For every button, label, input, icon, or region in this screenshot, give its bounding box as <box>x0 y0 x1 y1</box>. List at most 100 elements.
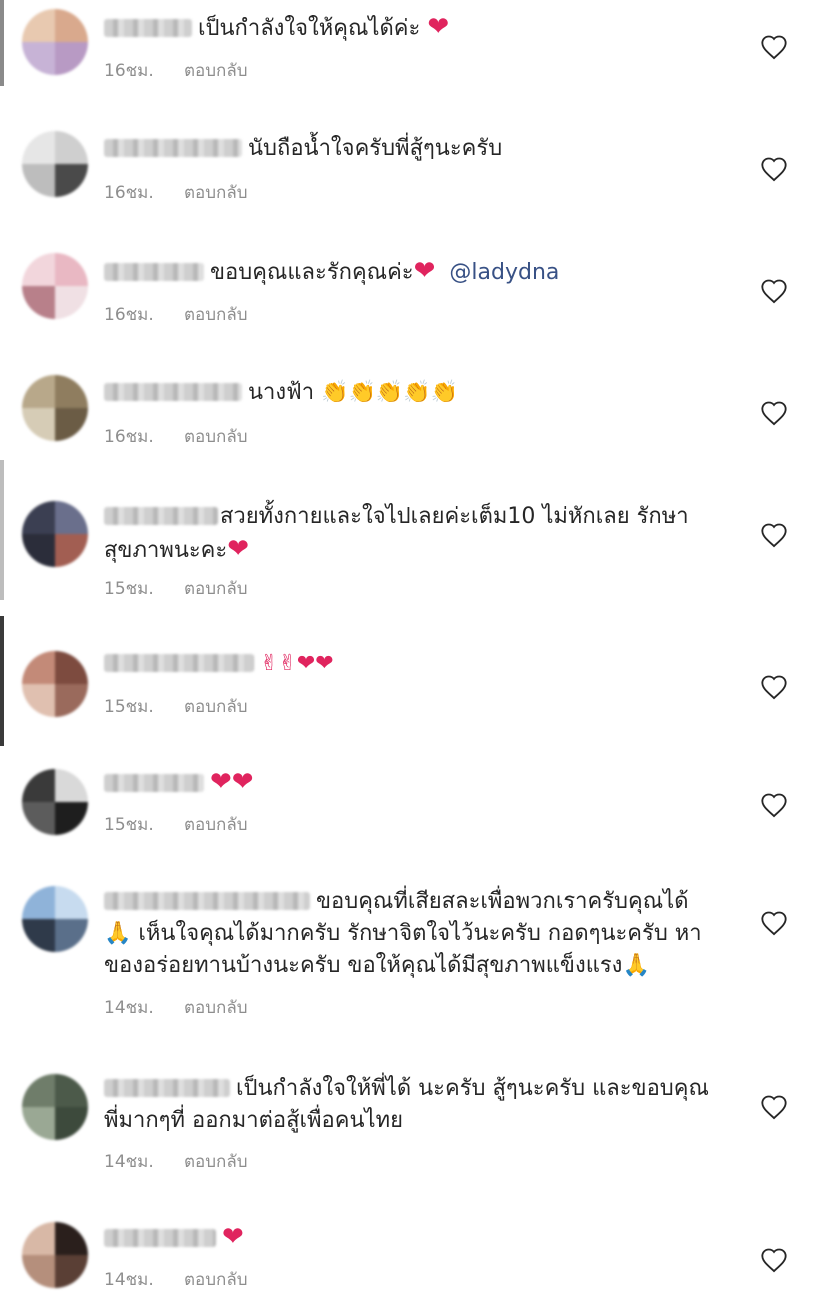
heart-emoji: ❤ <box>222 1222 244 1252</box>
avatar-pixel <box>55 1107 88 1140</box>
avatar[interactable] <box>22 9 88 75</box>
like-heart-icon[interactable] <box>760 34 788 60</box>
reply-button[interactable]: ตอบกลับ <box>184 811 248 838</box>
reply-button[interactable]: ตอบกลับ <box>184 179 248 206</box>
comment-body: เป็นกำลังใจให้คุณได้ค่ะ <box>198 16 428 41</box>
heart-outline-icon <box>761 911 787 936</box>
heart-outline-icon <box>761 675 787 700</box>
avatar-pixel <box>22 286 55 319</box>
heart-outline-icon <box>761 401 787 426</box>
timestamp: 14ชม. <box>104 1270 154 1290</box>
timestamp: 14ชม. <box>104 1152 154 1172</box>
like-heart-icon[interactable] <box>760 522 788 548</box>
avatar-pixel <box>55 651 88 684</box>
avatar-pixel <box>55 9 88 42</box>
avatar-pixel <box>55 886 88 919</box>
like-heart-icon[interactable] <box>760 156 788 182</box>
like-heart-icon[interactable] <box>760 910 788 936</box>
edge-indicator <box>0 616 4 746</box>
reply-button[interactable]: ตอบกลับ <box>184 423 248 450</box>
username-blurred[interactable] <box>104 263 204 281</box>
edge-indicator <box>0 0 4 86</box>
avatar[interactable] <box>22 886 88 952</box>
heart-emoji: ❤ <box>227 534 250 564</box>
avatar-pixel <box>22 131 55 164</box>
comment-meta: 15ชม. ตอบกลับ <box>104 693 248 720</box>
avatar[interactable] <box>22 131 88 197</box>
avatar-pixel <box>55 375 88 408</box>
comment-text: ขอบคุณที่เสียสละเพื่อพวกเราครับคุณได้ 🙏 … <box>104 886 714 982</box>
heart-outline-icon <box>761 35 787 60</box>
avatar-pixel <box>55 1222 88 1255</box>
comment-meta: 14ชม. ตอบกลับ <box>104 1266 248 1293</box>
reply-button[interactable]: ตอบกลับ <box>184 575 248 602</box>
username-blurred[interactable] <box>104 654 254 672</box>
reply-button[interactable]: ตอบกลับ <box>184 994 248 1021</box>
avatar-pixel <box>22 164 55 197</box>
comment-item: สวยทั้งกายและใจไปเลยค่ะเต็ม10 ไม่หักเลย … <box>0 460 828 630</box>
comment-text: ✌✌❤❤ <box>104 648 714 680</box>
avatar[interactable] <box>22 501 88 567</box>
comment-item: นับถือน้ำใจครับพี่สู้ๆนะครับ 16ชม. ตอบกลั… <box>0 122 828 244</box>
avatar[interactable] <box>22 1222 88 1288</box>
avatar-pixel <box>55 1074 88 1107</box>
avatar[interactable] <box>22 769 88 835</box>
avatar-pixel <box>22 408 55 441</box>
avatar[interactable] <box>22 1074 88 1140</box>
comment-text: ❤ <box>104 1221 714 1255</box>
username-blurred[interactable] <box>104 19 192 37</box>
peace-heart-emoji: ✌✌❤❤ <box>260 651 334 676</box>
comment-text: เป็นกำลังใจให้คุณได้ค่ะ ❤ <box>104 11 714 45</box>
avatar[interactable] <box>22 375 88 441</box>
avatar-pixel <box>22 9 55 42</box>
heart-outline-icon <box>761 793 787 818</box>
username-blurred[interactable] <box>104 774 204 792</box>
heart-emoji: ❤ <box>413 256 436 286</box>
reply-button[interactable]: ตอบกลับ <box>184 57 248 84</box>
avatar-pixel <box>55 253 88 286</box>
like-heart-icon[interactable] <box>760 674 788 700</box>
pray-emoji: 🙏 <box>104 921 132 946</box>
username-blurred[interactable] <box>104 892 310 910</box>
comment-body: ขอบคุณที่เสียสละเพื่อพวกเราครับคุณได้ <box>316 889 689 914</box>
username-blurred[interactable] <box>104 1079 230 1097</box>
avatar[interactable] <box>22 651 88 717</box>
mention-link[interactable]: @ladydna <box>449 260 559 285</box>
comment-meta: 16ชม. ตอบกลับ <box>104 57 248 84</box>
username-blurred[interactable] <box>104 383 242 401</box>
comment-meta: 16ชม. ตอบกลับ <box>104 179 248 206</box>
avatar-pixel <box>22 1222 55 1255</box>
heart-outline-icon <box>761 279 787 304</box>
comment-body-cont: เห็นใจคุณได้มากครับ รักษาจิตใจไว้นะครับ … <box>104 921 702 978</box>
comment-item: เป็นกำลังใจให้คุณได้ค่ะ ❤ 16ชม. ตอบกลับ <box>0 0 828 122</box>
avatar-pixel <box>55 802 88 835</box>
reply-button[interactable]: ตอบกลับ <box>184 693 248 720</box>
avatar-pixel <box>22 1107 55 1140</box>
avatar-pixel <box>55 286 88 319</box>
like-heart-icon[interactable] <box>760 278 788 304</box>
timestamp: 15ชม. <box>104 815 154 835</box>
edge-indicator <box>0 460 4 600</box>
reply-button[interactable]: ตอบกลับ <box>184 1148 248 1175</box>
like-heart-icon[interactable] <box>760 792 788 818</box>
username-blurred[interactable] <box>104 139 242 157</box>
avatar-pixel <box>55 1255 88 1288</box>
reply-button[interactable]: ตอบกลับ <box>184 1266 248 1293</box>
avatar[interactable] <box>22 253 88 319</box>
like-heart-icon[interactable] <box>760 1094 788 1120</box>
clap-emoji: 👏👏👏👏👏 <box>321 380 459 405</box>
like-heart-icon[interactable] <box>760 400 788 426</box>
avatar-pixel <box>55 408 88 441</box>
like-heart-icon[interactable] <box>760 1247 788 1273</box>
avatar-pixel <box>55 501 88 534</box>
comment-item: นางฟ้า 👏👏👏👏👏 16ชม. ตอบกลับ <box>0 366 828 488</box>
reply-button[interactable]: ตอบกลับ <box>184 301 248 328</box>
username-blurred[interactable] <box>104 1229 216 1247</box>
avatar-pixel <box>22 886 55 919</box>
avatar-pixel <box>22 42 55 75</box>
comment-meta: 16ชม. ตอบกลับ <box>104 423 248 450</box>
comment-meta: 16ชม. ตอบกลับ <box>104 301 248 328</box>
username-blurred[interactable] <box>104 507 218 525</box>
comment-item: ✌✌❤❤ 15ชม. ตอบกลับ <box>0 616 828 752</box>
avatar-pixel <box>22 651 55 684</box>
